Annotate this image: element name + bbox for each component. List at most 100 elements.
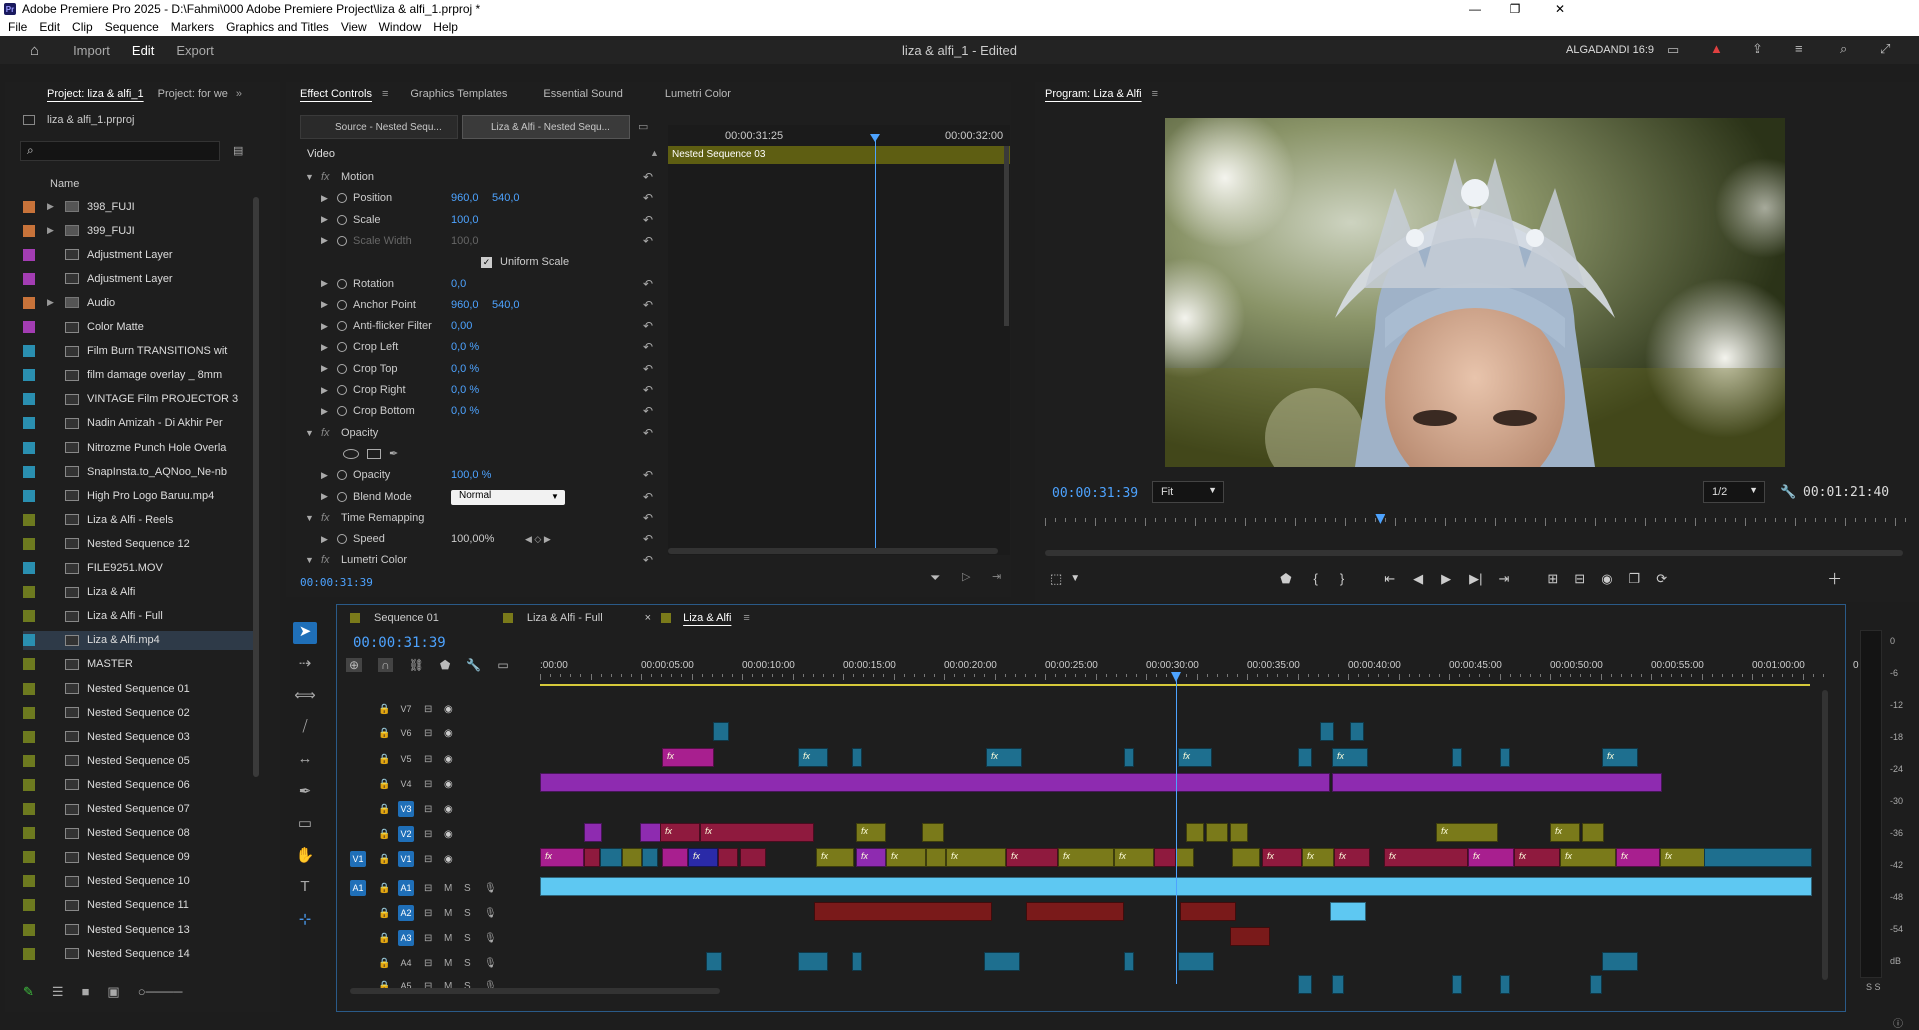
audio-clip-a2[interactable] bbox=[1330, 902, 1366, 921]
timeline-ruler[interactable]: :00:00 00:00:05:00 00:00:10:00 00:00:15:00 0… bbox=[540, 658, 1859, 680]
maximize-button[interactable]: ❐ bbox=[1495, 0, 1535, 18]
project-item[interactable]: Adjustment Layer bbox=[23, 269, 257, 288]
filter-icon[interactable]: ⏷ bbox=[930, 570, 940, 586]
menu-markers[interactable]: Markers bbox=[171, 20, 214, 34]
lock-icon[interactable]: 🔒 bbox=[378, 908, 390, 919]
home-icon[interactable]: ⌂ bbox=[30, 42, 39, 59]
ec-row-time-remapping[interactable]: ▼ fx Time Remapping ↶ bbox=[303, 508, 661, 528]
wrench-icon[interactable]: 🔧 bbox=[1780, 484, 1796, 500]
audio-clip-a4[interactable] bbox=[1602, 952, 1638, 971]
reset-parameter-icon[interactable]: ↶ bbox=[643, 191, 653, 205]
ec-row-scale-width[interactable]: ▶ Scale Width 100,0 ↶ bbox=[303, 231, 661, 251]
fx-badge-icon[interactable]: fx bbox=[321, 427, 330, 439]
slip-tool-icon[interactable]: ↔ bbox=[293, 750, 317, 772]
high-pro-logo-clip[interactable] bbox=[1704, 848, 1812, 867]
sync-lock-icon[interactable]: ⊟ bbox=[424, 958, 432, 969]
timeline-clip[interactable]: fx bbox=[688, 848, 718, 867]
ec-value-1[interactable]: 100,0 % bbox=[451, 469, 491, 481]
tab-menu-icon[interactable]: ≡ bbox=[743, 612, 749, 624]
sync-lock-icon[interactable]: ⊟ bbox=[424, 704, 432, 715]
lock-icon[interactable]: 🔒 bbox=[378, 829, 390, 840]
solo-button[interactable]: S bbox=[464, 933, 471, 944]
expand-chevron-icon[interactable]: ▶ bbox=[321, 406, 328, 417]
stopwatch-icon[interactable] bbox=[337, 470, 347, 481]
project-item[interactable]: Nested Sequence 01 bbox=[23, 679, 257, 698]
timeline-clip[interactable]: fx bbox=[660, 823, 700, 842]
expand-chevron-icon[interactable]: ▼ bbox=[305, 428, 314, 438]
ec-zoom-scrollbar[interactable] bbox=[668, 548, 998, 554]
tab-project-other[interactable]: Project: for we bbox=[158, 88, 228, 100]
menu-sequence[interactable]: Sequence bbox=[105, 20, 159, 34]
vr-icon[interactable]: ⟳ bbox=[1656, 571, 1667, 587]
timeline-clip[interactable] bbox=[662, 848, 688, 867]
freeform-view-icon[interactable]: ▣ bbox=[107, 984, 119, 1000]
tab-effect-controls[interactable]: Effect Controls bbox=[300, 88, 372, 100]
expand-chevron-icon[interactable]: ▶ bbox=[321, 235, 328, 246]
eye-icon[interactable]: ◉ bbox=[444, 728, 453, 739]
reset-parameter-icon[interactable]: ↶ bbox=[643, 277, 653, 291]
timeline-clip[interactable] bbox=[1230, 823, 1248, 842]
project-item[interactable]: Nested Sequence 05 bbox=[23, 751, 257, 770]
project-item[interactable]: Nadin Amizah - Di Akhir Per bbox=[23, 414, 257, 433]
program-video-frame[interactable] bbox=[1165, 118, 1785, 467]
timeline-clip[interactable]: fx bbox=[1514, 848, 1560, 867]
timeline-clip[interactable]: fx bbox=[662, 748, 714, 767]
expand-chevron-icon[interactable]: ▶ bbox=[321, 491, 328, 502]
resolution-select[interactable]: 1/2 ▼ bbox=[1703, 481, 1765, 503]
timeline-clip[interactable]: fx bbox=[946, 848, 1006, 867]
ec-value-2[interactable]: 540,0 bbox=[492, 192, 520, 204]
step-forward-icon[interactable]: ▶| bbox=[1469, 571, 1482, 587]
add-button-icon[interactable]: ＋ bbox=[1827, 568, 1842, 589]
track-target-a2[interactable]: A2 bbox=[398, 905, 414, 921]
fx-badge-icon[interactable]: fx bbox=[321, 512, 330, 524]
filter-bin-icon[interactable]: ▤ bbox=[233, 144, 243, 157]
search-icon[interactable]: ⌕ bbox=[1840, 41, 1847, 57]
stopwatch-icon[interactable] bbox=[337, 534, 347, 545]
zoom-fit-select[interactable]: Fit ▼ bbox=[1152, 481, 1224, 503]
reset-parameter-icon[interactable]: ↶ bbox=[643, 362, 653, 376]
pencil-icon[interactable]: ✎ bbox=[23, 984, 34, 1000]
source-patch-a1[interactable]: A1 bbox=[350, 880, 366, 896]
monitor-mini-ruler[interactable] bbox=[1045, 514, 1906, 528]
audio-clip-a4[interactable] bbox=[852, 952, 862, 971]
label-color-swatch[interactable] bbox=[23, 610, 35, 623]
expand-chevron-icon[interactable]: ▶ bbox=[321, 385, 328, 396]
timeline-clip[interactable]: fx bbox=[700, 823, 814, 842]
monitor-zoom-scrollbar[interactable] bbox=[1045, 550, 1903, 556]
stopwatch-icon[interactable] bbox=[337, 278, 347, 289]
ec-row-position[interactable]: ▶ Position 960,0 540,0 ↶ bbox=[303, 188, 661, 208]
timeline-clip[interactable] bbox=[622, 848, 642, 867]
audio-clip-a5[interactable] bbox=[1500, 975, 1510, 994]
ec-row-masks[interactable]: ✒ bbox=[303, 444, 661, 464]
project-item[interactable]: Nested Sequence 02 bbox=[23, 703, 257, 722]
audio-clip-a5[interactable] bbox=[1332, 975, 1344, 994]
type-tool-icon[interactable]: T bbox=[293, 878, 317, 900]
nest-sequence-icon[interactable]: ⊕ bbox=[346, 658, 363, 672]
workspace-tab-export[interactable]: Export bbox=[176, 43, 214, 58]
program-monitor-title[interactable]: Program: Liza & Alfi bbox=[1045, 88, 1142, 100]
timeline-clip[interactable]: fx bbox=[540, 848, 584, 867]
project-item[interactable]: Adjustment Layer bbox=[23, 245, 257, 264]
timeline-clip[interactable]: fx bbox=[1550, 823, 1580, 842]
reset-parameter-icon[interactable]: ↶ bbox=[643, 340, 653, 354]
label-color-swatch[interactable] bbox=[23, 345, 35, 358]
menu-lines-icon[interactable]: ≡ bbox=[1795, 41, 1803, 56]
close-button[interactable]: ✕ bbox=[1540, 0, 1580, 18]
project-item[interactable]: Color Matte bbox=[23, 318, 257, 337]
timeline-clip[interactable] bbox=[1124, 748, 1134, 767]
ec-value-1[interactable]: 0,0 bbox=[451, 278, 466, 290]
workspace-name[interactable]: ALGADANDI 16:9 bbox=[1566, 44, 1654, 56]
stopwatch-icon[interactable] bbox=[337, 491, 347, 502]
timeline-clip[interactable]: fx bbox=[1178, 748, 1212, 767]
timeline-clip[interactable] bbox=[1206, 823, 1228, 842]
expand-chevron-icon[interactable]: ▶ bbox=[321, 214, 328, 225]
microphone-icon[interactable]: 🎙 bbox=[484, 958, 497, 969]
label-color-swatch[interactable] bbox=[23, 200, 35, 213]
audio-clip-a2[interactable] bbox=[1026, 902, 1124, 921]
timeline-clip[interactable] bbox=[713, 722, 729, 741]
ec-value-1[interactable]: 0,0 % bbox=[451, 341, 479, 353]
uniform-scale-checkbox[interactable]: ✓ bbox=[481, 256, 492, 268]
menu-window[interactable]: Window bbox=[379, 20, 422, 34]
rectangle-tool-icon[interactable]: ▭ bbox=[293, 814, 317, 836]
label-color-swatch[interactable] bbox=[23, 706, 35, 719]
